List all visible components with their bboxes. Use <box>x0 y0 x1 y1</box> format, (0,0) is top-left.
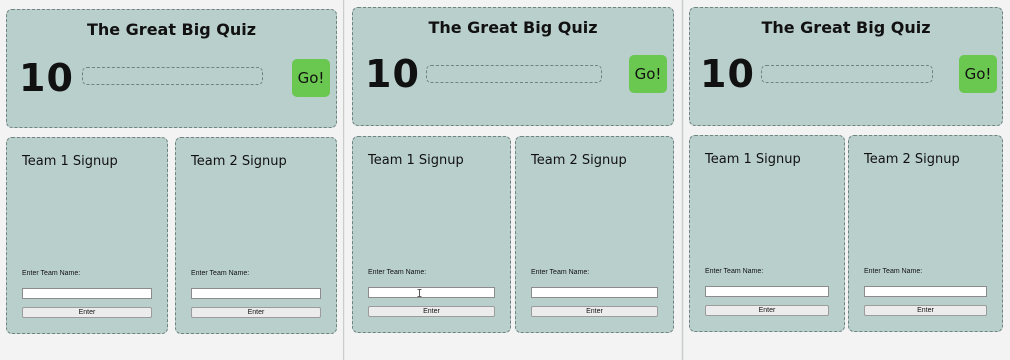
team-2-name-input[interactable] <box>864 286 987 297</box>
timer-display: 10 <box>700 52 755 96</box>
team-1-panel: Team 1 Signup Enter Team Name: Enter <box>689 135 845 332</box>
quiz-screen-1: The Great Big Quiz 10 Go! Team 1 Signup … <box>0 0 343 360</box>
team-1-name-input[interactable] <box>368 287 495 298</box>
quiz-title: The Great Big Quiz <box>428 18 598 37</box>
timer-display: 10 <box>365 52 420 96</box>
team-2-name-label: Enter Team Name: <box>191 270 250 277</box>
team-1-enter-button[interactable]: Enter <box>22 307 152 318</box>
team-2-panel: Team 2 Signup Enter Team Name: Enter <box>848 135 1003 332</box>
team-2-title: Team 2 Signup <box>864 152 960 167</box>
team-2-panel: Team 2 Signup Enter Team Name: Enter <box>175 137 337 334</box>
quiz-title: The Great Big Quiz <box>761 18 931 37</box>
team-1-name-label: Enter Team Name: <box>368 269 427 276</box>
go-button[interactable]: Go! <box>292 59 330 97</box>
team-1-name-label: Enter Team Name: <box>705 268 764 275</box>
team-2-name-label: Enter Team Name: <box>531 269 590 276</box>
team-1-title: Team 1 Signup <box>22 154 118 169</box>
team-1-title: Team 1 Signup <box>368 153 464 168</box>
team-1-name-input[interactable] <box>22 288 152 299</box>
team-1-panel: Team 1 Signup Enter Team Name: Enter <box>352 136 511 333</box>
team-1-enter-button[interactable]: Enter <box>705 305 829 316</box>
team-1-name-input[interactable] <box>705 286 829 297</box>
team-2-title: Team 2 Signup <box>191 154 287 169</box>
team-2-name-label: Enter Team Name: <box>864 268 923 275</box>
answer-input[interactable] <box>82 67 263 85</box>
team-2-name-input[interactable] <box>531 287 658 298</box>
team-2-panel: Team 2 Signup Enter Team Name: Enter <box>515 136 674 333</box>
quiz-title: The Great Big Quiz <box>86 20 257 39</box>
quiz-screen-3: The Great Big Quiz 10 Go! Team 1 Signup … <box>684 0 1010 360</box>
team-2-enter-button[interactable]: Enter <box>531 306 658 317</box>
timer-display: 10 <box>19 56 74 100</box>
go-button[interactable]: Go! <box>629 55 667 93</box>
answer-input[interactable] <box>426 65 602 83</box>
quiz-header-panel: The Great Big Quiz 10 Go! <box>352 7 674 126</box>
quiz-header-panel: The Great Big Quiz 10 Go! <box>6 9 337 128</box>
go-button[interactable]: Go! <box>959 55 997 93</box>
answer-input[interactable] <box>761 65 933 83</box>
quiz-screen-2: The Great Big Quiz 10 Go! Team 1 Signup … <box>345 0 681 360</box>
team-2-enter-button[interactable]: Enter <box>864 305 987 316</box>
team-1-name-label: Enter Team Name: <box>22 270 81 277</box>
team-2-title: Team 2 Signup <box>531 153 627 168</box>
team-2-enter-button[interactable]: Enter <box>191 307 321 318</box>
text-cursor-icon <box>417 289 422 297</box>
team-1-enter-button[interactable]: Enter <box>368 306 495 317</box>
team-2-name-input[interactable] <box>191 288 321 299</box>
team-1-panel: Team 1 Signup Enter Team Name: Enter <box>6 137 168 334</box>
team-1-title: Team 1 Signup <box>705 152 801 167</box>
screen-divider <box>682 0 683 360</box>
screen-divider <box>343 0 344 360</box>
quiz-header-panel: The Great Big Quiz 10 Go! <box>689 7 1003 126</box>
